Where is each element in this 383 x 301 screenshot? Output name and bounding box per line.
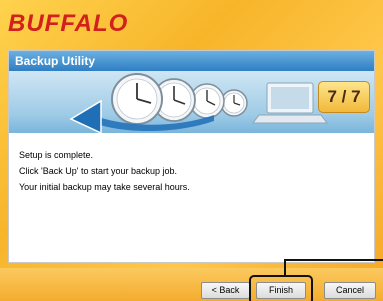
status-line: Setup is complete. [19,150,94,160]
buffalo-logo: BUFFALO [8,10,129,37]
back-button[interactable]: < Back [201,282,250,299]
clock-icon [111,73,163,125]
cancel-button[interactable]: Cancel [324,282,376,299]
note-line: Your initial backup may take several hou… [19,182,190,192]
computer-icon [252,82,328,124]
dialog-panel: Backup Utility 7 / 7 Setup is complete. … [8,50,375,263]
finish-button[interactable]: Finish [256,282,306,299]
wizard-content: Setup is complete. Click 'Back Up' to st… [9,133,374,195]
instruction-line: Click 'Back Up' to start your backup job… [19,166,178,176]
wizard-banner: 7 / 7 [9,71,374,133]
step-indicator: 7 / 7 [318,81,370,113]
clock-icon [220,89,248,117]
window-title: Backup Utility [9,51,374,71]
